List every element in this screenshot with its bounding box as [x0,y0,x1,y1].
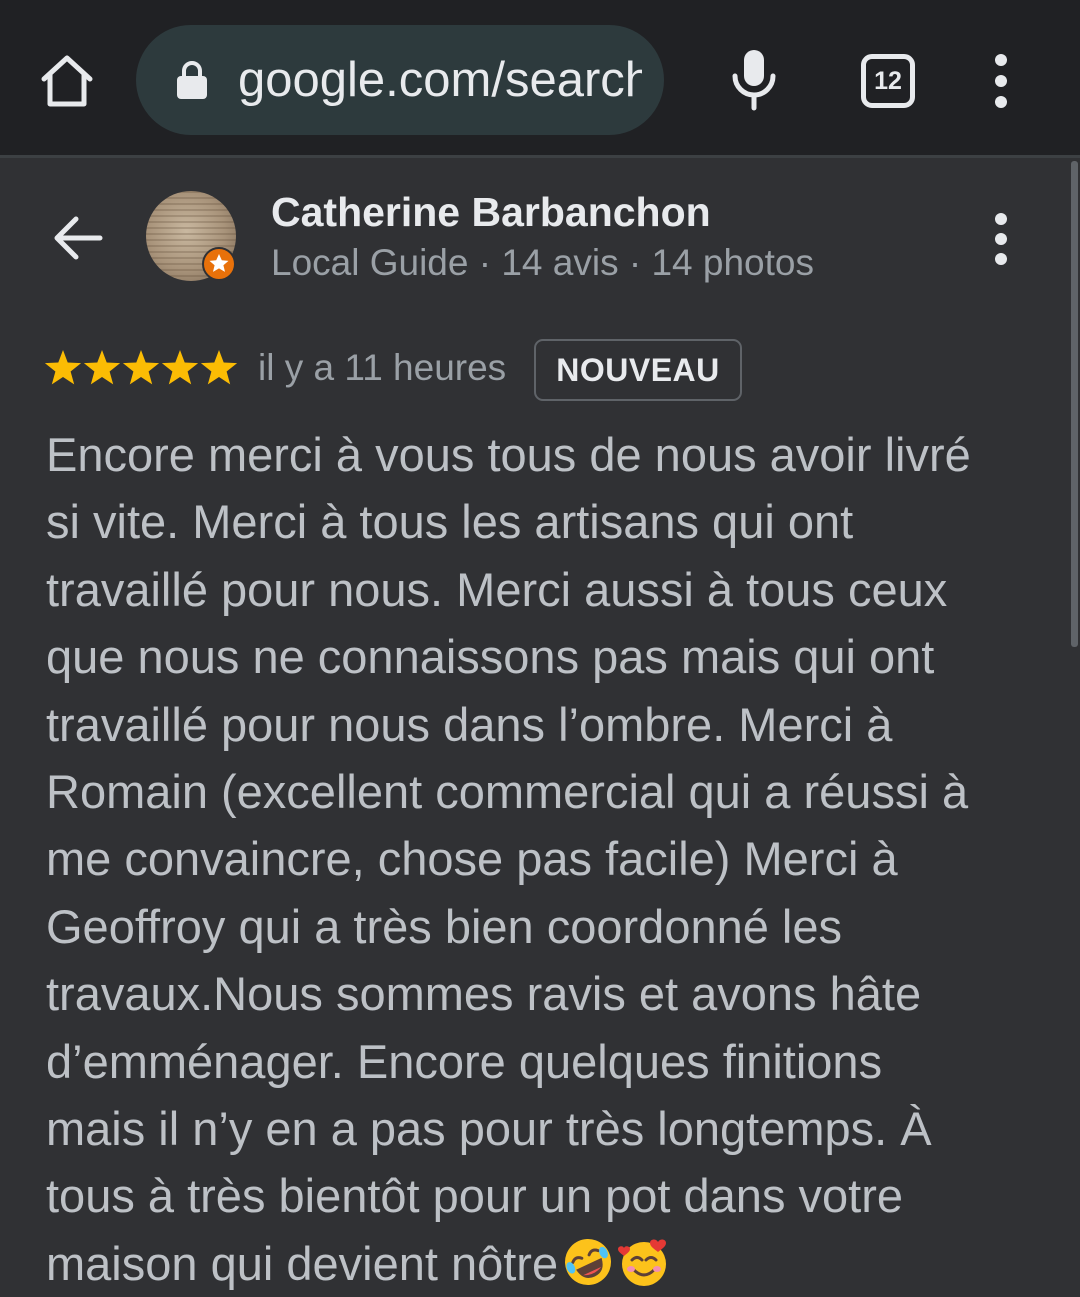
home-icon [41,55,93,107]
browser-toolbar: google.com/search 12 [0,0,1080,158]
rolling-laughing-emoji [565,1238,612,1285]
scrollbar[interactable] [1071,161,1078,647]
review-line: travaux.Nous sommes ravis et avons hâte [46,967,922,1021]
review-line: Geoffroy qui a très bien coordonné les [46,899,843,953]
more-vert-icon [995,213,1007,265]
review-page: Catherine Barbanchon Local Guide · 14 av… [0,161,1080,1290]
reviewer-avatar[interactable] [146,191,238,283]
star-icon [122,350,160,385]
star-rating [44,350,238,385]
new-badge: NOUVEAU [534,339,742,401]
review-line: tous à très bientôt pour un pot dans vot… [46,1169,903,1223]
browser-menu-button[interactable] [985,52,1017,110]
review-line: Encore merci à vous tous de nous avoir l… [46,428,971,481]
review-text: Encore merci à vous tous de nous avoir l… [46,421,1046,1297]
review-line: mais il n’y en a pas pour très longtemps… [46,1102,932,1156]
review-line: Romain (excellent commercial qui a réuss… [46,765,969,819]
back-button[interactable] [50,213,106,263]
star-icon [161,350,199,385]
reviewer-meta: Local Guide · 14 avis · 14 photos [271,242,814,283]
smiling-hearts-emoji [618,1239,667,1286]
review-line: travaillé pour nous dans l’ombre. Merci … [46,697,893,751]
review-time: il y a 11 heures [258,347,507,388]
review-line: que nous ne connaissons pas mais qui ont [46,630,935,684]
tab-switcher-button[interactable]: 12 [861,54,915,108]
review-line: travaillé pour nous. Merci aussi à tous … [46,562,948,616]
review-line: me convaincre, chose pas facile) Merci à [46,832,898,886]
more-vert-icon [995,54,1007,108]
mic-icon [732,50,776,111]
back-arrow-icon [54,216,103,260]
voice-search-button[interactable] [730,48,778,112]
url-text: google.com/search [238,53,642,107]
review-line: si vite. Merci à tous les artisans qui o… [46,495,854,549]
review-line: maison qui devient nôtre [46,1236,559,1290]
lock-icon [177,61,207,99]
star-icon [83,350,121,385]
home-button[interactable] [38,52,96,110]
review-last-line: maison qui devient nôtre [46,1230,1046,1297]
reviewer-name[interactable]: Catherine Barbanchon [271,187,711,237]
review-line: d’emménager. Encore quelques finitions [46,1034,883,1088]
review-options-button[interactable] [984,211,1018,267]
star-icon [44,350,82,385]
star-icon [200,350,238,385]
address-bar[interactable]: google.com/search [136,25,664,135]
local-guide-badge-icon [202,247,236,281]
